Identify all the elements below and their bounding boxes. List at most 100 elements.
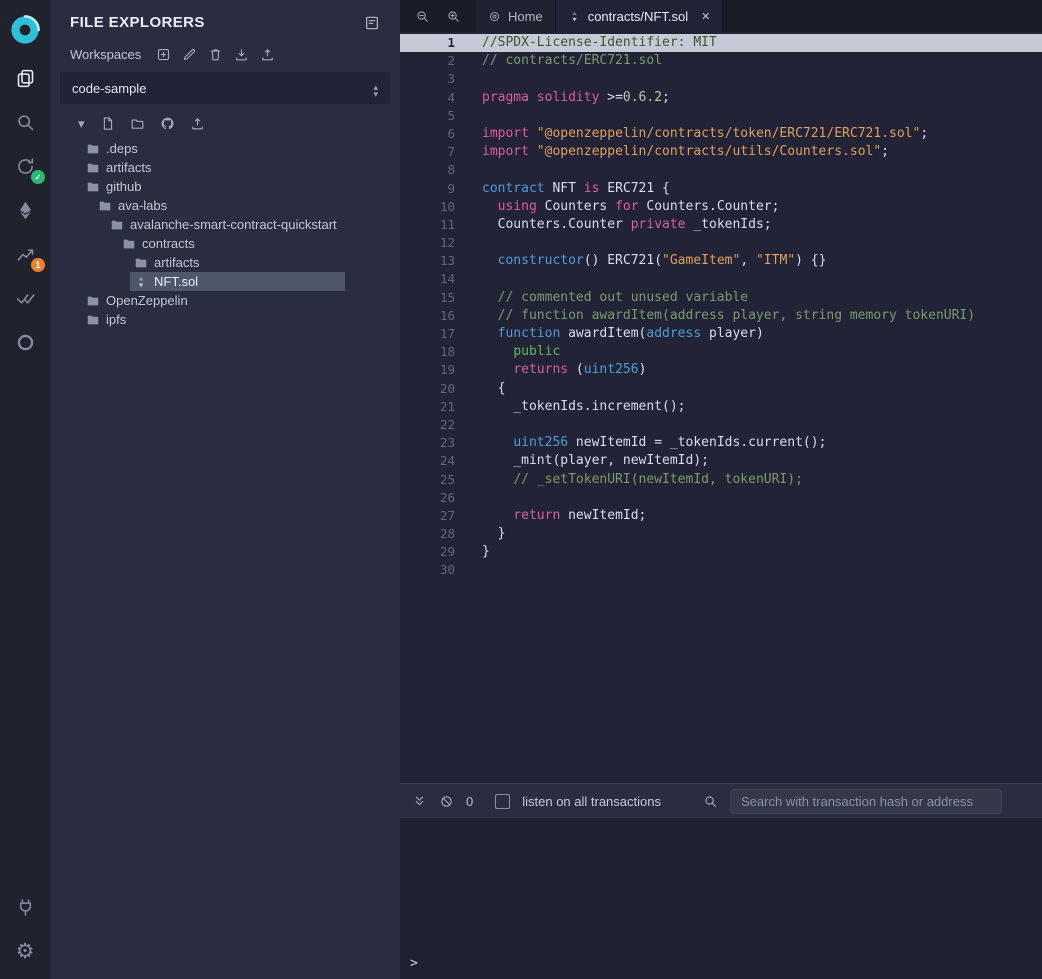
line-number: 28 xyxy=(400,525,455,543)
listen-transactions-checkbox[interactable] xyxy=(495,794,510,809)
line-number: 17 xyxy=(400,325,455,343)
file-tree: .depsartifactsgithubava-labsavalanche-sm… xyxy=(50,139,400,329)
line-number: 5 xyxy=(400,107,455,125)
code-line[interactable]: 24 _mint(player, newItemId); xyxy=(400,452,1042,470)
download-workspaces-icon[interactable] xyxy=(234,47,249,62)
code-line[interactable]: 26 xyxy=(400,489,1042,507)
tree-item[interactable]: NFT.sol xyxy=(50,272,400,291)
file-explorer-icon[interactable] xyxy=(0,56,50,100)
line-number: 6 xyxy=(400,125,455,143)
tree-item[interactable]: .deps xyxy=(50,139,400,158)
upload-file-icon[interactable] xyxy=(190,116,205,131)
new-folder-icon[interactable] xyxy=(130,116,145,131)
tree-item[interactable]: OpenZeppelin xyxy=(50,291,400,310)
code-line[interactable]: 30 xyxy=(400,561,1042,579)
line-number: 18 xyxy=(400,343,455,361)
line-number: 29 xyxy=(400,543,455,561)
editor-tabbar: Homecontracts/NFT.sol✕ xyxy=(400,0,1042,32)
line-number: 16 xyxy=(400,307,455,325)
workspace-actions xyxy=(156,47,275,62)
create-workspace-icon[interactable] xyxy=(156,47,171,62)
deploy-run-icon[interactable] xyxy=(0,188,50,232)
zoom-out-icon[interactable] xyxy=(415,9,430,24)
line-number: 27 xyxy=(400,507,455,525)
workspace-name: code-sample xyxy=(72,81,146,96)
transaction-count: 0 xyxy=(466,794,473,809)
code-line[interactable]: 27 return newItemId; xyxy=(400,507,1042,525)
tree-item[interactable]: ipfs xyxy=(50,310,400,329)
clone-github-icon[interactable] xyxy=(160,116,175,131)
solidity-compiler-icon[interactable]: ✓ xyxy=(0,144,50,188)
code-line[interactable]: 25 // _setTokenURI(newItemId, tokenURI); xyxy=(400,471,1042,489)
remix-logo xyxy=(0,4,50,56)
line-number: 26 xyxy=(400,489,455,507)
code-line[interactable]: 17 function awardItem(address player) xyxy=(400,325,1042,343)
clear-console-icon[interactable] xyxy=(439,794,454,809)
delete-workspace-icon[interactable] xyxy=(208,47,223,62)
unit-testing-icon[interactable] xyxy=(0,276,50,320)
code-line[interactable]: 8 xyxy=(400,161,1042,179)
code-line[interactable]: 11 Counters.Counter private _tokenIds; xyxy=(400,216,1042,234)
line-number: 7 xyxy=(400,143,455,161)
tree-item[interactable]: avalanche-smart-contract-quickstart xyxy=(50,215,400,234)
code-line[interactable]: 18 public xyxy=(400,343,1042,361)
terminal-search-input[interactable] xyxy=(730,789,1002,814)
code-line[interactable]: 16 // function awardItem(address player,… xyxy=(400,307,1042,325)
settings-icon[interactable]: ⚙ xyxy=(0,929,50,973)
notification-badge: 1 xyxy=(31,258,45,272)
menu-icon[interactable] xyxy=(364,15,380,31)
tree-item[interactable]: artifacts xyxy=(50,158,400,177)
expand-terminal-icon[interactable] xyxy=(412,794,427,809)
new-file-icon[interactable] xyxy=(100,116,115,131)
line-number: 4 xyxy=(400,89,455,107)
search-icon[interactable] xyxy=(0,100,50,144)
listen-transactions-label: listen on all transactions xyxy=(522,794,661,809)
code-editor[interactable]: 1//SPDX-License-Identifier: MIT2// contr… xyxy=(400,32,1042,783)
plugin-manager-icon[interactable] xyxy=(0,885,50,929)
workspaces-label: Workspaces xyxy=(70,47,141,62)
workspace-selector[interactable]: code-sample ▴▾ xyxy=(60,72,390,104)
line-number: 12 xyxy=(400,234,455,252)
code-line[interactable]: 21 _tokenIds.increment(); xyxy=(400,398,1042,416)
code-line[interactable]: 9contract NFT is ERC721 { xyxy=(400,180,1042,198)
code-line[interactable]: 1//SPDX-License-Identifier: MIT xyxy=(400,34,1042,52)
collapse-tree-icon[interactable]: ▾ xyxy=(78,117,85,130)
tree-item-label: ava-labs xyxy=(118,196,167,215)
code-line[interactable]: 2// contracts/ERC721.sol xyxy=(400,52,1042,70)
line-number: 20 xyxy=(400,380,455,398)
tree-item-label: avalanche-smart-contract-quickstart xyxy=(130,215,337,234)
zoom-in-icon[interactable] xyxy=(446,9,461,24)
code-line[interactable]: 19 returns (uint256) xyxy=(400,361,1042,379)
code-line[interactable]: 13 constructor() ERC721("GameItem", "ITM… xyxy=(400,252,1042,270)
tab-contracts-nft-sol[interactable]: contracts/NFT.sol✕ xyxy=(556,0,724,32)
code-line[interactable]: 14 xyxy=(400,270,1042,288)
circle-plugin-icon[interactable] xyxy=(0,320,50,364)
code-line[interactable]: 3 xyxy=(400,70,1042,88)
tree-item[interactable]: github xyxy=(50,177,400,196)
tree-item[interactable]: contracts xyxy=(50,234,400,253)
workspace-dropdown-arrows-icon: ▴▾ xyxy=(373,78,378,98)
tree-item[interactable]: ava-labs xyxy=(50,196,400,215)
close-tab-icon[interactable]: ✕ xyxy=(701,10,710,23)
code-line[interactable]: 29} xyxy=(400,543,1042,561)
solidity-analysis-icon[interactable]: 1 xyxy=(0,232,50,276)
tab-home[interactable]: Home xyxy=(476,0,556,32)
tree-item[interactable]: artifacts xyxy=(50,253,400,272)
code-line[interactable]: 23 uint256 newItemId = _tokenIds.current… xyxy=(400,434,1042,452)
code-line[interactable]: 5 xyxy=(400,107,1042,125)
code-line[interactable]: 10 using Counters for Counters.Counter; xyxy=(400,198,1042,216)
code-line[interactable]: 12 xyxy=(400,234,1042,252)
rename-workspace-icon[interactable] xyxy=(182,47,197,62)
terminal-panel: 0 listen on all transactions > xyxy=(400,783,1042,979)
code-line[interactable]: 4pragma solidity >=0.6.2; xyxy=(400,89,1042,107)
restore-workspaces-icon[interactable] xyxy=(260,47,275,62)
code-line[interactable]: 28 } xyxy=(400,525,1042,543)
tree-item-label: ipfs xyxy=(106,310,126,329)
solidity-file-icon xyxy=(568,10,581,23)
code-line[interactable]: 6import "@openzeppelin/contracts/token/E… xyxy=(400,125,1042,143)
code-line[interactable]: 15 // commented out unused variable xyxy=(400,289,1042,307)
code-line[interactable]: 22 xyxy=(400,416,1042,434)
code-line[interactable]: 7import "@openzeppelin/contracts/utils/C… xyxy=(400,143,1042,161)
code-line[interactable]: 20 { xyxy=(400,380,1042,398)
terminal-output[interactable]: > xyxy=(400,818,1042,979)
